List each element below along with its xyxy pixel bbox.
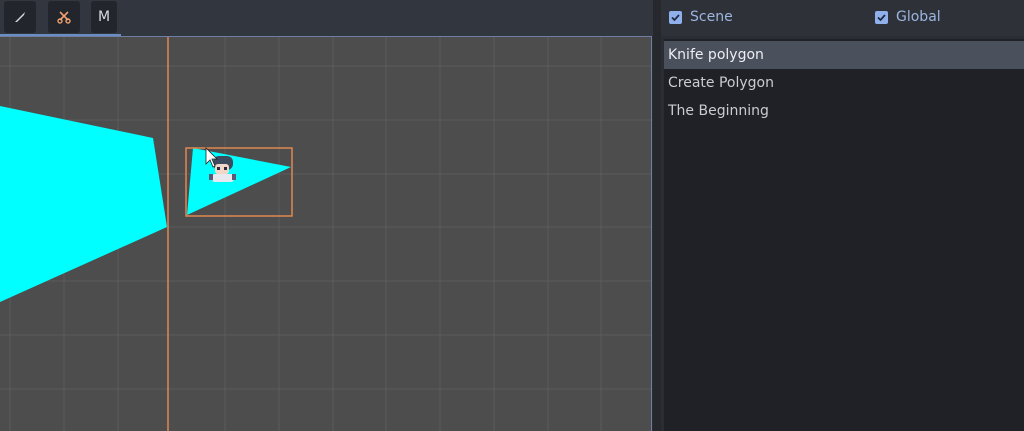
list-item-label: The Beginning	[668, 103, 769, 119]
global-label: Global	[896, 9, 941, 25]
global-checkbox[interactable]: Global	[875, 9, 941, 25]
scene-checkbox[interactable]: Scene	[669, 9, 733, 25]
scissors-icon	[57, 11, 71, 24]
canvas-viewport[interactable]	[0, 36, 652, 431]
list-item-knife-polygon[interactable]: Knife polygon	[664, 41, 1024, 69]
checkbox-checked-icon	[669, 10, 682, 24]
panel-splitter[interactable]	[653, 0, 661, 431]
scissors-tool-button[interactable]	[48, 1, 80, 33]
toolbar: M	[0, 0, 653, 36]
m-tool-button[interactable]: M	[91, 1, 117, 33]
cyan-polygon-large[interactable]	[0, 106, 167, 302]
checkbox-checked-icon	[875, 10, 888, 24]
list-item-the-beginning[interactable]: The Beginning	[664, 97, 1024, 125]
knife-tool-button[interactable]	[4, 1, 36, 33]
right-panel: Scene Global Knife polygon Create Polygo…	[661, 0, 1024, 431]
knife-icon	[15, 12, 25, 22]
list-item-label: Create Polygon	[668, 75, 774, 91]
editor-area: M	[0, 0, 653, 431]
list-item-label: Knife polygon	[668, 47, 764, 63]
list-item-create-polygon[interactable]: Create Polygon	[664, 69, 1024, 97]
scene-list: Knife polygon Create Polygon The Beginni…	[664, 39, 1024, 431]
scene-label: Scene	[690, 9, 733, 25]
m-tool-label: M	[97, 9, 111, 25]
cyan-triangle-small[interactable]	[187, 148, 291, 215]
panel-header: Scene Global	[661, 0, 1024, 36]
canvas-svg	[0, 37, 651, 431]
